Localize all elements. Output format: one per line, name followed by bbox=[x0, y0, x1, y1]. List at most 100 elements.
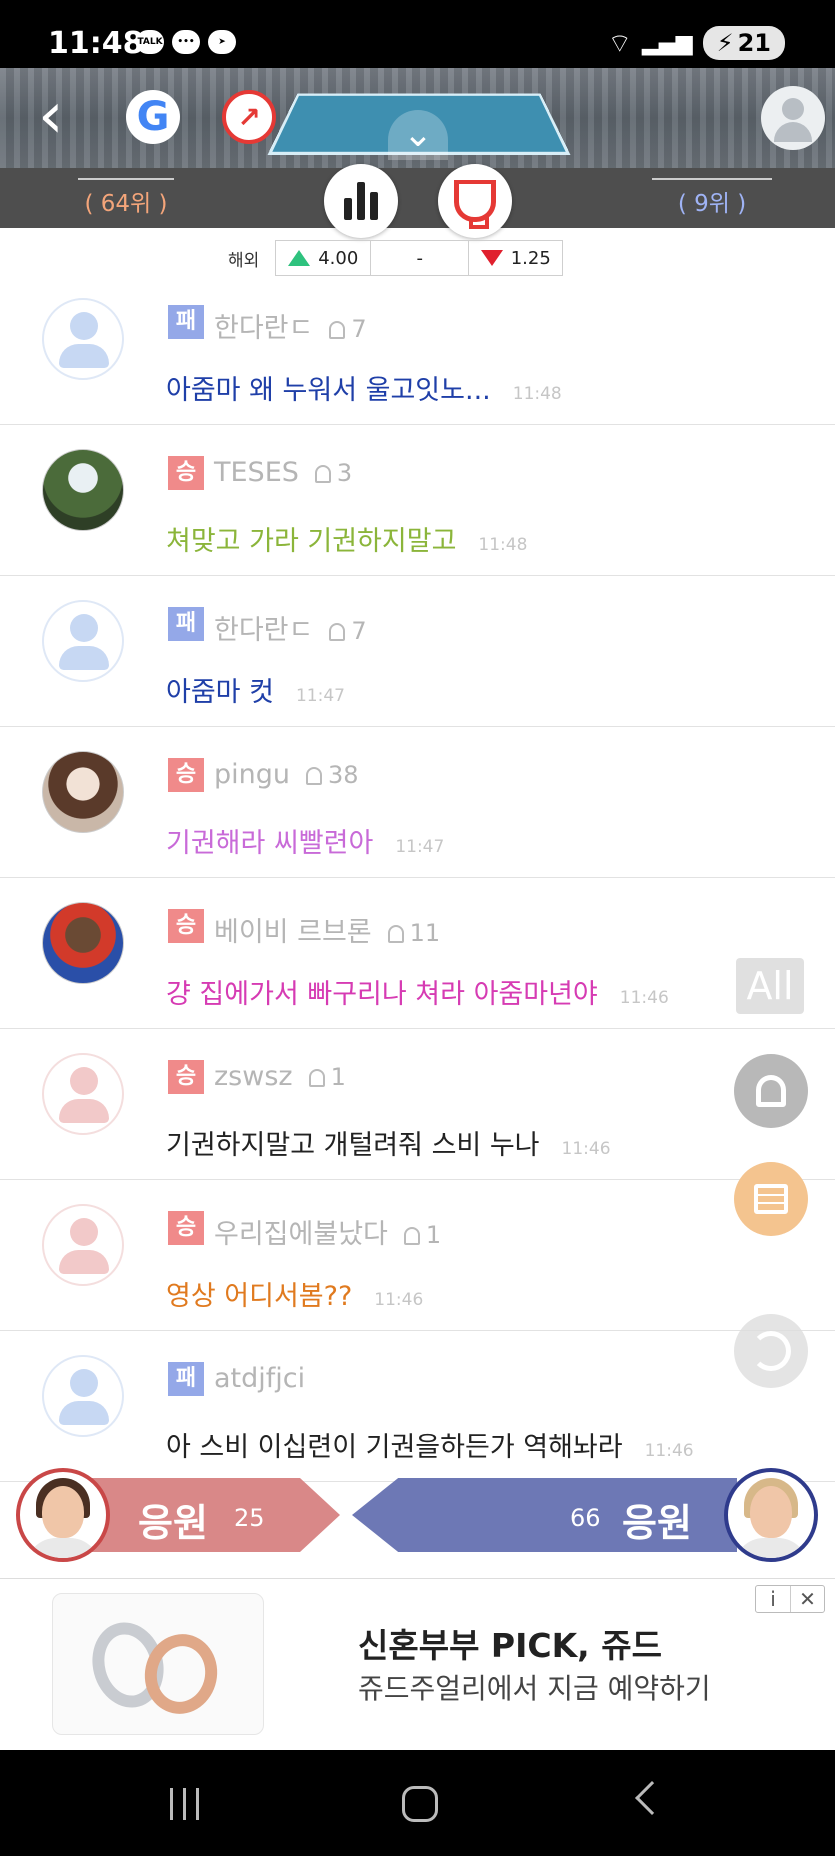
user-placeholder-icon bbox=[70, 1369, 98, 1397]
comment-row: 아줌마 컷 11:47 bbox=[166, 670, 345, 709]
telegram-icon: ➤ bbox=[208, 30, 236, 54]
user-avatar[interactable] bbox=[42, 449, 124, 531]
user-placeholder-body bbox=[59, 1250, 109, 1274]
comment-item[interactable]: 패 한다란ㄷ 7 아줌마 왜 누워서 울고잇노... 11:48 bbox=[0, 274, 835, 425]
user-placeholder-body bbox=[59, 344, 109, 368]
comment-item[interactable]: 승 베이비 르브론 11 걍 집에가서 빠구리나 쳐라 아줌마년야 11:46 bbox=[0, 878, 835, 1029]
match-header: ‹ G ↗ ⌄ bbox=[0, 68, 835, 168]
right-player-avatar[interactable] bbox=[724, 1468, 818, 1562]
user-avatar[interactable] bbox=[42, 1355, 124, 1437]
support-left-count: 25 bbox=[234, 1504, 265, 1532]
note-icon bbox=[754, 1184, 788, 1214]
ad-close-icon[interactable]: ✕ bbox=[790, 1586, 824, 1612]
bell-icon bbox=[329, 622, 346, 641]
user-placeholder-body bbox=[59, 646, 109, 670]
user-avatar[interactable] bbox=[42, 902, 124, 984]
odds-home[interactable]: 4.00 bbox=[275, 240, 372, 276]
ad-info-icon[interactable]: i bbox=[756, 1586, 790, 1612]
username-row: zswsz 1 bbox=[214, 1061, 346, 1092]
user-placeholder-icon bbox=[70, 312, 98, 340]
comment-item[interactable]: 승 zswsz 1 기권하지말고 개털려줘 스비 누나 11:46 bbox=[0, 1029, 835, 1180]
comment-list: 패 한다란ㄷ 7 아줌마 왜 누워서 울고잇노... 11:48 승 TESES 3 쳐맞고 가… bbox=[0, 274, 835, 1482]
result-badge: 승 bbox=[168, 909, 204, 943]
user-avatar[interactable] bbox=[42, 1204, 124, 1286]
comment-time: 11:48 bbox=[478, 535, 528, 555]
username[interactable]: atdjfjci bbox=[214, 1363, 305, 1394]
odds-draw[interactable]: - bbox=[371, 240, 470, 276]
refresh-button[interactable] bbox=[734, 1314, 808, 1388]
profile-button[interactable] bbox=[761, 86, 825, 150]
comment-text: 쳐맞고 가라 기권하지말고 bbox=[166, 526, 457, 557]
comment-text: 기권해라 씨빨련아 bbox=[166, 828, 374, 859]
comment-time: 11:47 bbox=[395, 837, 445, 857]
status-bar: 11:48 TALK ••• ➤ ⌔ ▂▄▆ ⚡ 21 bbox=[0, 0, 835, 68]
username[interactable]: 한다란ㄷ bbox=[214, 615, 313, 646]
nav-back-button[interactable] bbox=[635, 1781, 669, 1815]
battery-level: 21 bbox=[737, 29, 771, 57]
comment-item[interactable]: 패 atdjfjci 아 스비 이십련이 기권을하든가 역해놔라 11:46 bbox=[0, 1331, 835, 1482]
username[interactable]: zswsz bbox=[214, 1061, 293, 1092]
home-button[interactable] bbox=[402, 1786, 438, 1822]
comment-item[interactable]: 승 우리집에불났다 1 영상 어디서봄?? 11:46 bbox=[0, 1180, 835, 1331]
user-icon-body bbox=[774, 122, 812, 142]
wifi-icon: ⌔ bbox=[607, 28, 632, 59]
bell-icon bbox=[756, 1075, 786, 1107]
odds-away-value: 1.25 bbox=[510, 247, 551, 269]
trend-up-icon: ↗ bbox=[237, 100, 261, 134]
comment-text: 아줌마 왜 누워서 울고잇노... bbox=[166, 375, 491, 406]
user-avatar[interactable] bbox=[42, 600, 124, 682]
google-button[interactable]: G bbox=[126, 90, 180, 144]
username-row: pingu 38 bbox=[214, 759, 359, 790]
bell-icon bbox=[306, 766, 323, 785]
player-rank-bar: ( 64위 ) ( 9위 ) bbox=[0, 168, 835, 228]
user-placeholder-body bbox=[59, 1401, 109, 1425]
comment-item[interactable]: 패 한다란ㄷ 7 아줌마 컷 11:47 bbox=[0, 576, 835, 727]
signal-icon: ▂▄▆ bbox=[641, 30, 693, 56]
recent-apps-button[interactable] bbox=[170, 1788, 199, 1820]
ad-banner[interactable]: 신혼부부 PICK, 쥬드 쥬드주얼리에서 지금 예약하기 i ✕ bbox=[0, 1578, 835, 1750]
comment-item[interactable]: 승 pingu 38 기권해라 씨빨련아 11:47 bbox=[0, 727, 835, 878]
user-placeholder-icon bbox=[70, 1218, 98, 1246]
ranking-button[interactable] bbox=[438, 164, 512, 238]
result-badge: 승 bbox=[168, 1211, 204, 1245]
avatar-face bbox=[42, 1486, 84, 1538]
bell-icon bbox=[403, 1226, 420, 1245]
user-level-count: 1 bbox=[330, 1063, 346, 1091]
ad-title: 신혼부부 PICK, 쥬드 bbox=[358, 1626, 662, 1665]
result-badge: 승 bbox=[168, 456, 204, 490]
username[interactable]: 한다란ㄷ bbox=[214, 313, 313, 344]
trophy-icon bbox=[454, 180, 496, 229]
user-avatar[interactable] bbox=[42, 1053, 124, 1135]
user-placeholder-icon bbox=[70, 1067, 98, 1095]
comment-item[interactable]: 승 TESES 3 쳐맞고 가라 기권하지말고 11:48 bbox=[0, 425, 835, 576]
user-avatar[interactable] bbox=[42, 751, 124, 833]
user-level-count: 7 bbox=[351, 315, 367, 343]
left-player-avatar[interactable] bbox=[16, 1468, 110, 1562]
username[interactable]: 베이비 르브론 bbox=[214, 917, 372, 948]
username[interactable]: TESES bbox=[214, 457, 299, 488]
chevron-left-icon: ‹ bbox=[38, 79, 64, 153]
username-row: 한다란ㄷ 7 bbox=[214, 608, 367, 647]
odds-away[interactable]: 1.25 bbox=[469, 240, 564, 276]
comment-time: 11:46 bbox=[374, 1290, 424, 1310]
user-avatar[interactable] bbox=[42, 298, 124, 380]
username-row: 베이비 르브론 11 bbox=[214, 910, 440, 949]
comment-row: 걍 집에가서 빠구리나 쳐라 아줌마년야 11:46 bbox=[166, 972, 669, 1011]
kakaotalk-icon: TALK bbox=[136, 30, 164, 54]
bell-icon bbox=[314, 464, 331, 483]
trend-button[interactable]: ↗ bbox=[222, 90, 276, 144]
stats-button[interactable] bbox=[324, 164, 398, 238]
filter-all-button[interactable]: All bbox=[736, 958, 804, 1014]
comment-text: 걍 집에가서 빠구리나 쳐라 아줌마년야 bbox=[166, 979, 598, 1010]
notification-button[interactable] bbox=[734, 1054, 808, 1128]
write-button[interactable] bbox=[734, 1162, 808, 1236]
system-nav-bar bbox=[0, 1750, 835, 1856]
avatar-shirt bbox=[26, 1538, 100, 1558]
username[interactable]: pingu bbox=[214, 759, 290, 790]
right-player-rank: ( 9위 ) bbox=[652, 178, 772, 218]
back-button[interactable]: ‹ bbox=[38, 84, 88, 156]
username-row: 우리집에불났다 1 bbox=[214, 1212, 441, 1251]
username[interactable]: 우리집에불났다 bbox=[214, 1219, 388, 1250]
support-bar: 응원 25 66 응원 bbox=[0, 1466, 835, 1562]
support-left-button[interactable] bbox=[90, 1478, 340, 1552]
